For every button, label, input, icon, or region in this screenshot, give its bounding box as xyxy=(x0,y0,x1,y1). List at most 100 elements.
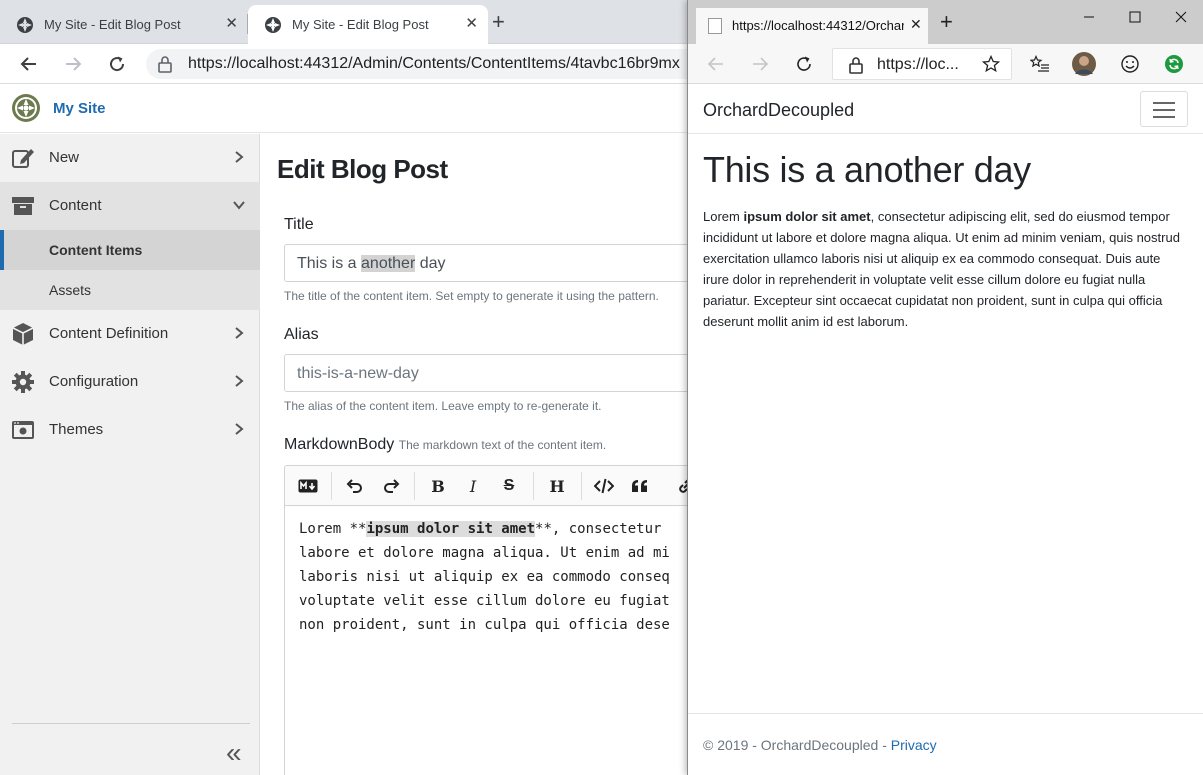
chevron-right-icon xyxy=(235,423,244,435)
sidebar-item-label: Content Definition xyxy=(49,325,169,342)
minimize-icon[interactable] xyxy=(1066,6,1112,28)
close-tab-icon[interactable]: ✕ xyxy=(465,16,478,31)
strikethrough-icon[interactable]: S xyxy=(496,474,522,498)
browser-tab-active[interactable]: https://localhost:44312/Orchard ✕ xyxy=(696,8,928,44)
hamburger-bar xyxy=(1153,116,1175,118)
title-field-label: Title xyxy=(284,216,314,233)
title-value-selection: another xyxy=(361,255,416,272)
heading-icon[interactable]: H xyxy=(544,474,570,498)
admin-sidebar: New Content Content Items Assets Content… xyxy=(0,134,260,775)
reload-icon[interactable] xyxy=(792,52,816,76)
post-title: This is a another day xyxy=(703,149,1031,190)
markdown-text: **, consectetur xyxy=(535,521,670,537)
forward-arrow-icon[interactable] xyxy=(748,52,772,76)
markdown-line: non proident, sunt in culpa qui officia … xyxy=(299,617,670,633)
site-name-link[interactable]: My Site xyxy=(53,100,106,117)
alias-field-hint: The alias of the content item. Leave emp… xyxy=(284,399,602,413)
front-browser-window: https://localhost:44312/Orchard ✕ + http… xyxy=(687,0,1203,775)
italic-icon[interactable]: I xyxy=(460,474,486,498)
sidebar-item-themes[interactable]: Themes xyxy=(0,406,260,454)
sidebar-item-label: New xyxy=(49,149,80,166)
post-body-text: , consectetur adipiscing elit, sed do ei… xyxy=(703,209,1180,329)
footer-text: © 2019 - OrchardDecoupled - Privacy xyxy=(703,737,937,753)
maximize-icon[interactable] xyxy=(1112,6,1158,28)
back-arrow-icon[interactable] xyxy=(704,52,728,76)
sidebar-item-content-definition[interactable]: Content Definition xyxy=(0,310,260,358)
favorites-icon[interactable] xyxy=(1028,52,1052,76)
markdown-icon[interactable] xyxy=(295,474,321,498)
forward-arrow-icon[interactable] xyxy=(61,52,85,76)
new-tab-icon[interactable]: + xyxy=(492,11,505,33)
editor-main: Edit Blog Post Title This is a another d… xyxy=(261,134,691,775)
site-navbar: OrchardDecoupled xyxy=(688,85,1203,134)
active-indicator xyxy=(0,230,4,270)
lock-icon xyxy=(849,57,863,74)
address-url: https://loc... xyxy=(877,56,959,73)
site-content: This is a another day Lorem ipsum dolor … xyxy=(688,134,1203,714)
bold-icon[interactable]: B xyxy=(425,474,451,498)
edit-icon xyxy=(10,145,36,171)
markdown-label-text: MarkdownBody xyxy=(284,436,395,453)
alias-input-value: this-is-a-new-day xyxy=(297,365,419,382)
star-icon[interactable] xyxy=(979,52,1003,76)
post-body-text: Lorem xyxy=(703,209,744,224)
alias-field-label: Alias xyxy=(284,326,319,343)
alias-input[interactable]: this-is-a-new-day xyxy=(284,354,691,392)
browser-tab-active[interactable]: My Site - Edit Blog Post ✕ xyxy=(248,5,488,44)
close-window-icon[interactable] xyxy=(1158,6,1203,28)
menu-toggle-button[interactable] xyxy=(1140,91,1188,127)
browser-tab-title: My Site - Edit Blog Post xyxy=(292,17,429,32)
new-tab-icon[interactable]: + xyxy=(940,11,953,33)
site-footer: © 2019 - OrchardDecoupled - Privacy xyxy=(688,713,1203,775)
markdown-field-label: MarkdownBody The markdown text of the co… xyxy=(284,436,606,454)
orchard-favicon-icon xyxy=(265,16,281,33)
site-brand-link[interactable]: OrchardDecoupled xyxy=(703,100,854,121)
collapse-sidebar-icon[interactable]: « xyxy=(226,739,242,767)
sidebar-divider xyxy=(12,723,250,724)
lock-icon xyxy=(158,56,172,73)
gear-icon xyxy=(10,369,36,395)
orchard-logo-icon[interactable] xyxy=(11,93,41,123)
code-icon[interactable] xyxy=(591,474,617,498)
post-body-bold: ipsum dolor sit amet xyxy=(743,209,871,224)
sidebar-subitem-label: Content Items xyxy=(49,242,143,258)
hamburger-bar xyxy=(1153,102,1175,104)
markdown-line: Lorem **ipsum dolor sit amet**, consecte… xyxy=(299,521,670,537)
hamburger-bar xyxy=(1153,109,1175,111)
markdown-line: labore et dolore magna aliqua. Ut enim a… xyxy=(299,545,670,561)
page-title: Edit Blog Post xyxy=(277,154,448,184)
title-value-part: day xyxy=(415,255,446,272)
post-body: Lorem ipsum dolor sit amet, consectetur … xyxy=(703,206,1189,332)
profile-avatar-icon[interactable] xyxy=(1072,52,1096,76)
chevron-right-icon xyxy=(235,327,244,339)
sidebar-item-label: Configuration xyxy=(49,373,139,390)
chevron-right-icon xyxy=(235,151,244,163)
reload-icon[interactable] xyxy=(105,52,129,76)
sync-icon[interactable] xyxy=(1162,52,1186,76)
sidebar-item-new[interactable]: New xyxy=(0,134,260,182)
quote-icon[interactable] xyxy=(627,474,653,498)
close-tab-icon[interactable]: ✕ xyxy=(225,16,238,31)
markdown-selection: ipsum dolor sit amet xyxy=(366,521,536,537)
close-tab-icon[interactable]: ✕ xyxy=(910,16,922,33)
copyright-text: © 2019 - OrchardDecoupled - xyxy=(703,737,891,753)
browser-tab[interactable]: My Site - Edit Blog Post ✕ xyxy=(0,5,248,44)
sidebar-subitem-label: Assets xyxy=(49,282,92,298)
themes-icon xyxy=(10,417,36,443)
title-input[interactable]: This is a another day xyxy=(284,244,691,282)
feedback-smiley-icon[interactable] xyxy=(1118,52,1142,76)
page-favicon-icon xyxy=(708,18,722,34)
sidebar-item-content[interactable]: Content xyxy=(0,182,260,230)
address-bar[interactable]: https://localhost:44312/Admin/Contents/C… xyxy=(146,49,706,79)
markdown-text: Lorem ** xyxy=(299,521,367,537)
front-tabstrip: https://localhost:44312/Orchard ✕ + xyxy=(688,0,1203,44)
back-arrow-icon[interactable] xyxy=(17,52,41,76)
redo-icon[interactable] xyxy=(378,474,404,498)
sidebar-item-configuration[interactable]: Configuration xyxy=(0,358,260,406)
sidebar-subitem-assets[interactable]: Assets xyxy=(0,270,260,310)
sidebar-item-label: Themes xyxy=(49,421,104,438)
privacy-link[interactable]: Privacy xyxy=(891,737,937,753)
markdown-editor[interactable]: Lorem **ipsum dolor sit amet**, consecte… xyxy=(284,505,691,775)
undo-icon[interactable] xyxy=(342,474,368,498)
sidebar-subitem-content-items[interactable]: Content Items xyxy=(0,230,260,270)
